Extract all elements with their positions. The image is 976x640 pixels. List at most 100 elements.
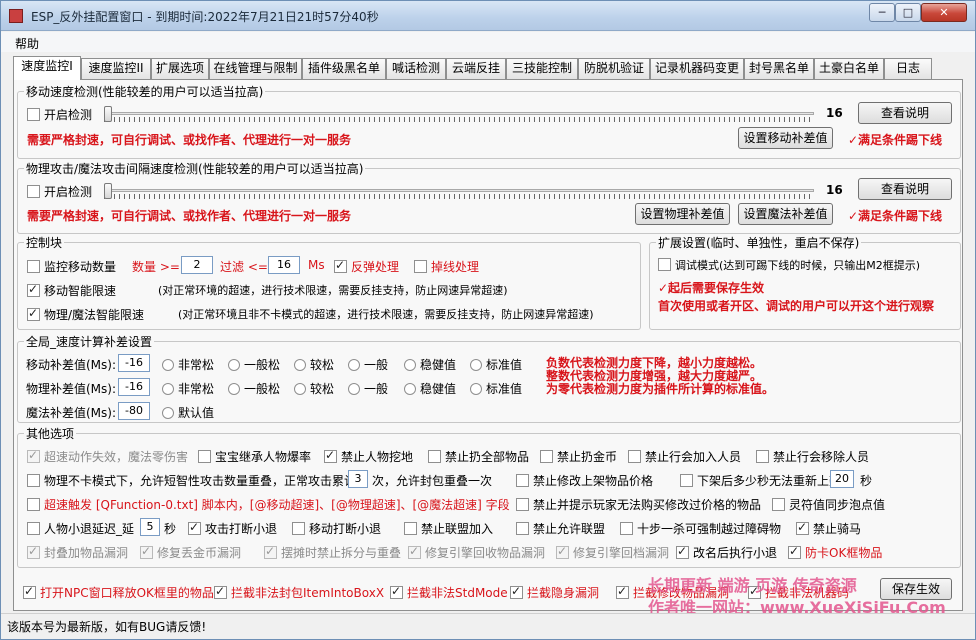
set-move-compensation-button[interactable]: 设置移动补差值 <box>738 127 833 149</box>
menu-help[interactable]: 帮助 <box>15 35 39 52</box>
radio-circle[interactable] <box>228 359 240 371</box>
checkbox-box[interactable] <box>510 584 523 599</box>
set-physical-compensation-button[interactable]: 设置物理补差值 <box>635 203 730 225</box>
radio-circle[interactable] <box>348 383 360 395</box>
radio-circle[interactable] <box>294 359 306 371</box>
monitor-move-count-checkbox[interactable]: 监控移动数量 <box>27 258 116 275</box>
forbid-digging-checkbox[interactable]: 禁止人物挖地 <box>324 448 413 465</box>
checkbox-box[interactable] <box>23 584 36 599</box>
forbid-guild-join-checkbox[interactable]: 禁止行会加入人员 <box>628 448 741 465</box>
checkbox-box[interactable] <box>516 522 529 535</box>
tab-anti-offline-verify[interactable]: 防脱机验证 <box>578 58 650 79</box>
checkbox-box[interactable] <box>772 498 785 511</box>
forbid-alliance-join-checkbox[interactable]: 禁止联盟加入 <box>404 520 493 537</box>
relist-delay-input[interactable]: 20 <box>830 470 854 488</box>
checkbox-box[interactable] <box>680 474 693 487</box>
checkbox-box[interactable] <box>616 584 629 599</box>
physical-compensation-input[interactable]: -16 <box>118 378 150 396</box>
forbid-drop-all-checkbox[interactable]: 禁止扔全部物品 <box>428 448 529 465</box>
slider-thumb[interactable] <box>104 183 112 199</box>
disconnect-checkbox[interactable]: 掉线处理 <box>414 258 479 275</box>
radio-circle[interactable] <box>228 383 240 395</box>
tab-speed-monitor-2[interactable]: 速度监控II <box>81 58 151 79</box>
pet-inherit-droprate-checkbox[interactable]: 宝宝继承人物爆率 <box>198 448 311 465</box>
stall-split-checkbox[interactable]: 摆摊时禁止拆分与重叠 <box>264 544 401 561</box>
magic-radio-default[interactable]: 默认值 <box>162 404 214 421</box>
overspeed-trigger-checkbox[interactable]: 超速触发 [QFunction-0.txt] 脚本内，[@移动超速]、[@物理超… <box>27 496 510 513</box>
move-radio-stable[interactable]: 稳健值 <box>404 356 456 373</box>
physical-radio-slightly-loose[interactable]: 较松 <box>294 380 334 397</box>
checkbox-box[interactable] <box>27 282 40 297</box>
checkbox-box[interactable] <box>796 520 809 535</box>
checkbox-box[interactable] <box>516 498 529 511</box>
checkbox-box[interactable] <box>628 450 641 463</box>
physical-radio-standard[interactable]: 标准值 <box>470 380 522 397</box>
tab-log[interactable]: 日志 <box>884 58 932 79</box>
checkbox-box[interactable] <box>620 522 633 535</box>
forbid-buy-modified-checkbox[interactable]: 禁止并提示玩家无法购买修改过价格的物品 <box>516 496 761 513</box>
physical-radio-normal[interactable]: 一般 <box>348 380 388 397</box>
block-stdmode-checkbox[interactable]: 拦截非法StdMode <box>390 584 508 601</box>
move-radio-slightly-loose[interactable]: 较松 <box>294 356 334 373</box>
attack-interrupt-logout-checkbox[interactable]: 攻击打断小退 <box>188 520 277 537</box>
magic-compensation-input[interactable]: -80 <box>118 402 150 420</box>
checkbox-box[interactable] <box>658 258 671 271</box>
tab-machine-code-change[interactable]: 记录机器码变更 <box>650 58 744 79</box>
maximize-button[interactable]: □ <box>895 3 921 22</box>
forbid-drop-gold-checkbox[interactable]: 禁止扔金币 <box>540 448 617 465</box>
tab-plugin-blacklist[interactable]: 插件级黑名单 <box>302 58 386 79</box>
tab-cloud-anticheat[interactable]: 云端反挂 <box>446 58 506 79</box>
checkbox-box[interactable] <box>188 520 201 535</box>
radio-circle[interactable] <box>294 383 306 395</box>
logout-delay-checkbox[interactable]: 人物小退延迟_延 <box>27 520 134 537</box>
block-itemintobox-checkbox[interactable]: 拦截非法封包ItemIntoBoxX <box>214 584 384 601</box>
checkbox-box[interactable] <box>140 544 153 559</box>
move-compensation-input[interactable]: -16 <box>118 354 150 372</box>
fix-stack-item-checkbox[interactable]: 封叠加物品漏洞 <box>27 544 128 561</box>
move-radio-normal-loose[interactable]: 一般松 <box>228 356 280 373</box>
physical-radio-stable[interactable]: 稳健值 <box>404 380 456 397</box>
checkbox-box[interactable] <box>428 450 441 463</box>
npc-release-ok-checkbox[interactable]: 打开NPC窗口释放OK框里的物品 <box>23 584 214 601</box>
move-interrupt-logout-checkbox[interactable]: 移动打断小退 <box>292 520 381 537</box>
checkbox-box[interactable] <box>676 544 689 559</box>
checkbox-box[interactable] <box>334 258 347 273</box>
rename-logout-checkbox[interactable]: 改名后执行小退 <box>676 544 777 561</box>
minimize-button[interactable]: ─ <box>869 3 895 22</box>
radio-circle[interactable] <box>162 359 174 371</box>
attack-overlap-checkbox[interactable]: 物理不卡模式下，允许短智性攻击数量重叠，正常攻击累计 <box>27 472 356 489</box>
fix-recycle-checkbox[interactable]: 修复引擎回收物品漏洞 <box>408 544 545 561</box>
checkbox-box[interactable] <box>27 498 40 511</box>
checkbox-box[interactable] <box>556 544 569 559</box>
filter-input[interactable]: 16 <box>268 256 300 274</box>
bounce-checkbox[interactable]: 反弹处理 <box>334 258 399 275</box>
radio-circle[interactable] <box>470 383 482 395</box>
overspeed-invalid-checkbox[interactable]: 超速动作失效，魔法零伤害 <box>27 448 188 465</box>
tab-three-skill-control[interactable]: 三技能控制 <box>506 58 578 79</box>
set-magic-compensation-button[interactable]: 设置魔法补差值 <box>738 203 833 225</box>
checkbox-box[interactable] <box>324 448 337 463</box>
fix-rollback-checkbox[interactable]: 修复引擎回档漏洞 <box>556 544 669 561</box>
checkbox-box[interactable] <box>27 448 40 463</box>
checkbox-box[interactable] <box>408 544 421 559</box>
forbid-allow-alliance-checkbox[interactable]: 禁止允许联盟 <box>516 520 605 537</box>
forbid-guild-remove-checkbox[interactable]: 禁止行会移除人员 <box>756 448 869 465</box>
radio-circle[interactable] <box>162 407 174 419</box>
checkbox-box[interactable] <box>27 185 40 198</box>
tab-extended-options[interactable]: 扩展选项 <box>151 58 209 79</box>
checkbox-box[interactable] <box>516 474 529 487</box>
attack-overlap-input[interactable]: 3 <box>348 470 368 488</box>
checkbox-box[interactable] <box>756 450 769 463</box>
radio-circle[interactable] <box>404 359 416 371</box>
checkbox-box[interactable] <box>27 108 40 121</box>
attack-speed-slider[interactable] <box>104 183 814 199</box>
checkbox-box[interactable] <box>292 522 305 535</box>
relist-delay-checkbox[interactable]: 下架后多少秒无法重新上架 <box>680 472 841 489</box>
move-speed-enable-checkbox[interactable]: 开启检测 <box>27 106 92 123</box>
checkbox-box[interactable] <box>404 522 417 535</box>
move-speed-help-button[interactable]: 查看说明 <box>858 102 952 124</box>
move-speed-slider[interactable] <box>104 106 814 122</box>
checkbox-box[interactable] <box>788 544 801 559</box>
physical-radio-very-loose[interactable]: 非常松 <box>162 380 214 397</box>
checkbox-box[interactable] <box>198 450 211 463</box>
